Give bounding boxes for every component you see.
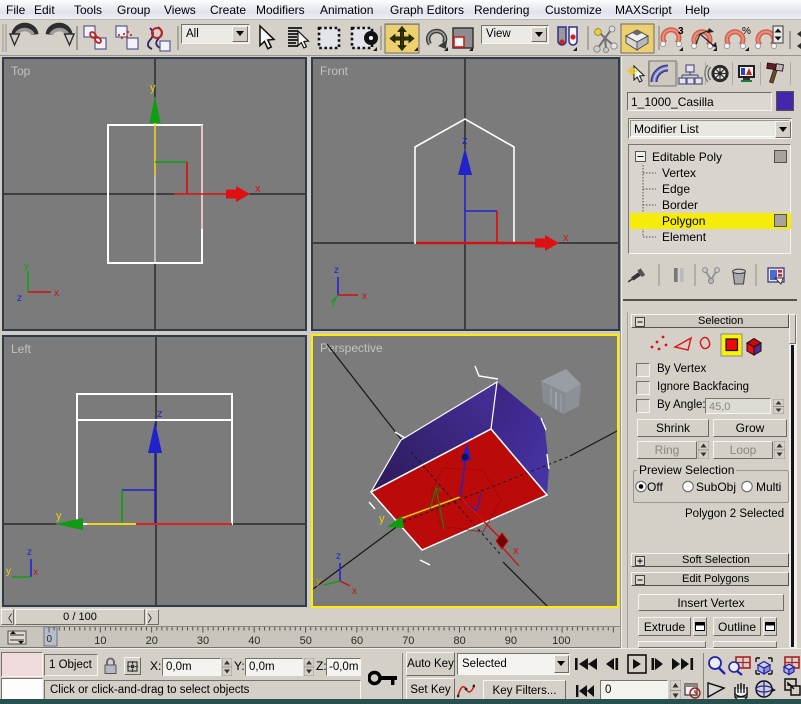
svg-text:100: 100 [552, 635, 570, 647]
svg-text:x: x [362, 291, 367, 302]
svg-text:x: x [352, 586, 357, 597]
svg-text:x: x [255, 183, 261, 195]
svg-text:%: % [742, 26, 751, 37]
svg-text:z: z [462, 135, 468, 147]
svg-text:y: y [316, 576, 321, 587]
svg-text:y: y [56, 510, 62, 522]
svg-text:y: y [150, 82, 156, 94]
svg-text:Left: Left [11, 342, 32, 356]
svg-text:0: 0 [47, 634, 53, 645]
svg-text:80: 80 [454, 635, 466, 647]
svg-text:Top: Top [11, 64, 31, 78]
svg-text:x: x [513, 545, 519, 557]
svg-text:Front: Front [320, 64, 349, 78]
svg-text:40: 40 [248, 635, 260, 647]
svg-text:y: y [6, 566, 11, 577]
svg-text:50: 50 [300, 635, 312, 647]
svg-text:x: x [563, 232, 569, 244]
svg-text:z: z [336, 551, 341, 562]
svg-text:z: z [17, 293, 22, 304]
svg-text:x: x [54, 288, 59, 299]
svg-text:x: x [33, 567, 38, 578]
svg-text:z: z [334, 265, 339, 276]
svg-text:z: z [468, 429, 474, 441]
svg-text:90: 90 [505, 635, 517, 647]
svg-text:y: y [379, 513, 385, 525]
svg-text:z: z [157, 408, 163, 420]
svg-text:y: y [24, 261, 29, 272]
svg-text:30: 30 [197, 635, 209, 647]
svg-text:3: 3 [678, 26, 684, 37]
svg-text:z: z [27, 547, 32, 558]
svg-text:20: 20 [146, 635, 158, 647]
svg-text:10: 10 [94, 635, 106, 647]
svg-text:60: 60 [351, 635, 363, 647]
svg-text:y: y [331, 297, 336, 308]
svg-text:70: 70 [402, 635, 414, 647]
